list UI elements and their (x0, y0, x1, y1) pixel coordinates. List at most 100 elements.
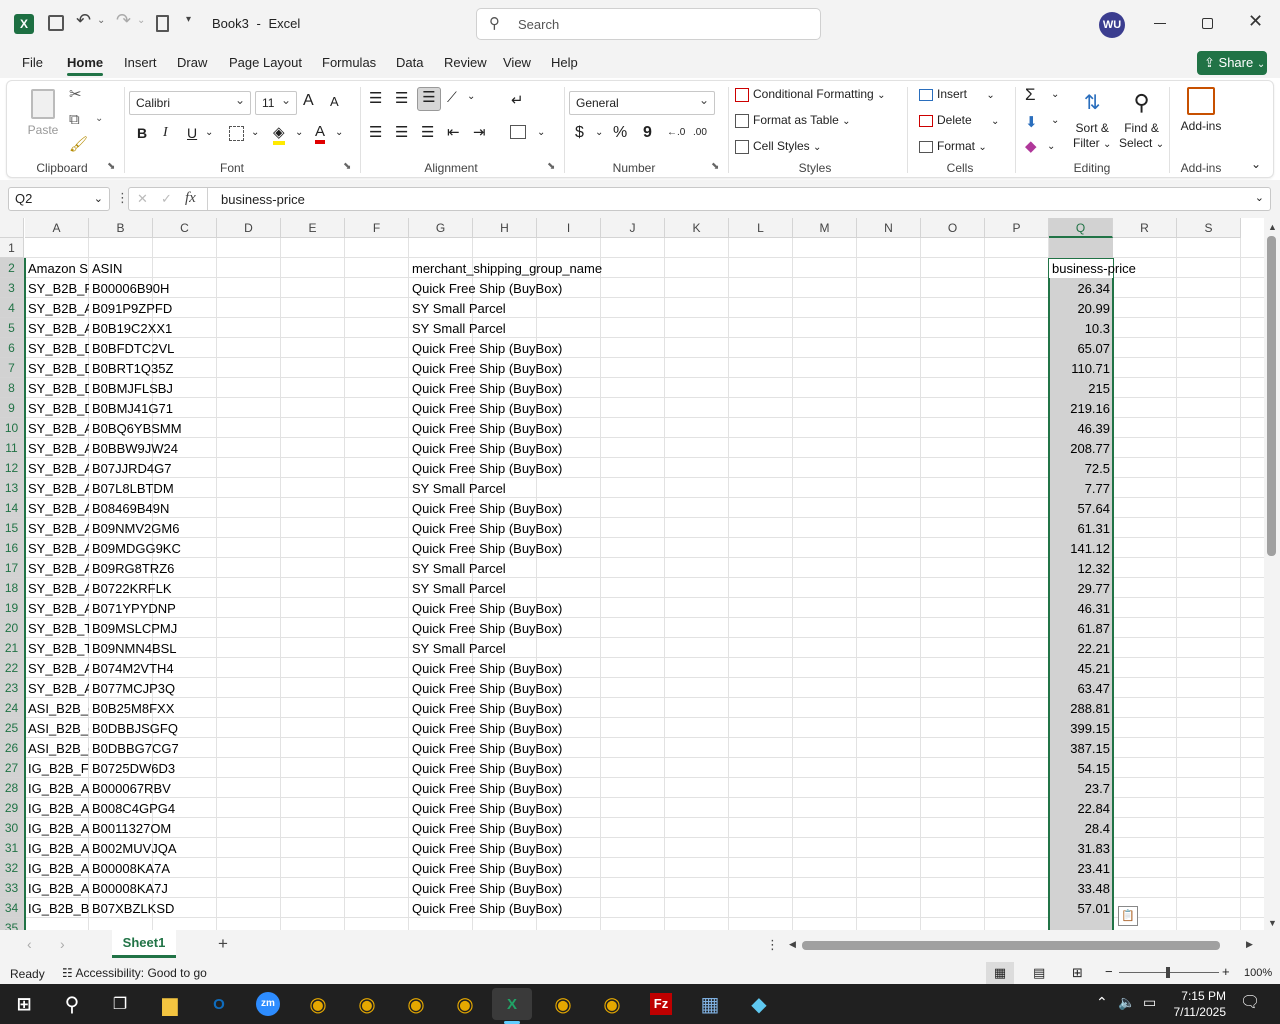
cell-business-price[interactable]: 28.4 (1049, 819, 1113, 839)
scroll-up-icon[interactable]: ▲ (1268, 222, 1277, 232)
tab-data[interactable]: Data (396, 55, 423, 70)
row-header-23[interactable]: 23 (0, 678, 24, 698)
share-button[interactable]: ⇪ Share ⌄ (1197, 51, 1267, 75)
notifications-icon[interactable]: 🗨 (1240, 992, 1260, 1012)
cell-amazon-sku[interactable]: IG_B2B_A: (25, 819, 89, 839)
cell-asin[interactable]: B002MUVJQA (89, 839, 217, 859)
cell-asin[interactable]: B09MDGG9KC (89, 539, 217, 559)
cell-amazon-sku[interactable]: SY_B2B_A (25, 579, 89, 599)
chrome-icon[interactable]: ◉ (298, 988, 338, 1020)
tab-review[interactable]: Review (444, 55, 487, 70)
cell-asin[interactable]: B0BMJ41G71 (89, 399, 217, 419)
row-header-34[interactable]: 34 (0, 898, 24, 918)
cell-amazon-sku[interactable]: IG_B2B_F2 (25, 759, 89, 779)
zoom-level[interactable]: 100% (1244, 967, 1272, 979)
tab-draw[interactable]: Draw (177, 55, 207, 70)
borders-dropdown-icon[interactable]: ⌄ (251, 127, 259, 138)
cell-amazon-sku[interactable]: SY_B2B_A (25, 659, 89, 679)
cell-shipping-group[interactable]: Quick Free Ship (BuyBox) (409, 379, 665, 399)
column-header-h[interactable]: H (473, 218, 537, 238)
autosum-dropdown-icon[interactable]: ⌄ (1051, 89, 1059, 100)
row-header-19[interactable]: 19 (0, 598, 24, 618)
merge-center-icon[interactable] (510, 125, 526, 139)
cell-business-price[interactable]: 61.87 (1049, 619, 1113, 639)
sheet-options-icon[interactable]: ⋮ (766, 937, 779, 953)
cell-amazon-sku[interactable]: IG_B2B_A: (25, 799, 89, 819)
cell-shipping-group[interactable]: Quick Free Ship (BuyBox) (409, 819, 665, 839)
row-header-29[interactable]: 29 (0, 798, 24, 818)
user-avatar[interactable]: WU (1099, 12, 1125, 38)
cell-amazon-sku[interactable]: ASI_B2B_( (25, 699, 89, 719)
zoom-slider-thumb[interactable] (1166, 967, 1170, 978)
row-header-31[interactable]: 31 (0, 838, 24, 858)
cell-asin[interactable]: B0BMJFLSBJ (89, 379, 217, 399)
alignment-launcher-icon[interactable]: ⬊ (547, 161, 555, 172)
row-header-2[interactable]: 2 (0, 258, 24, 278)
row-header-15[interactable]: 15 (0, 518, 24, 538)
cell-asin[interactable]: B0BQ6YBSMM (89, 419, 217, 439)
row-header-33[interactable]: 33 (0, 878, 24, 898)
cell-amazon-sku[interactable]: SY_B2B_A (25, 459, 89, 479)
cell-amazon-sku[interactable]: SY_B2B_A (25, 439, 89, 459)
cell-amazon-sku[interactable]: SY_B2B_A (25, 479, 89, 499)
cell-asin[interactable]: B0011327OM (89, 819, 217, 839)
row-header-4[interactable]: 4 (0, 298, 24, 318)
cell-asin[interactable]: B0B19C2XX1 (89, 319, 217, 339)
cell-amazon-sku[interactable]: SY_B2B_TI (25, 639, 89, 659)
cell-shipping-group[interactable]: SY Small Parcel (409, 319, 665, 339)
font-color-icon[interactable]: A (315, 123, 326, 144)
cell-amazon-sku[interactable]: SY_B2B_A (25, 599, 89, 619)
search-box[interactable]: ⚲ Search (476, 8, 821, 40)
add-ins-button[interactable]: Add-ins (1179, 85, 1223, 133)
chrome-icon[interactable]: ◉ (445, 988, 485, 1020)
cell-asin[interactable]: B09RG8TRZ6 (89, 559, 217, 579)
cell-asin[interactable]: B0722KRFLK (89, 579, 217, 599)
scroll-down-icon[interactable]: ▼ (1268, 918, 1277, 928)
row-header-17[interactable]: 17 (0, 558, 24, 578)
column-header-b[interactable]: B (89, 218, 153, 238)
row-header-28[interactable]: 28 (0, 778, 24, 798)
zoom-out-icon[interactable]: − (1105, 964, 1113, 979)
column-header-d[interactable]: D (217, 218, 281, 238)
close-icon[interactable]: ✕ (1248, 11, 1263, 32)
cell-business-price[interactable]: 23.41 (1049, 859, 1113, 879)
cell-business-price[interactable]: 10.3 (1049, 319, 1113, 339)
format-painter-icon[interactable]: 🖌 (69, 135, 88, 153)
tab-insert[interactable]: Insert (124, 55, 157, 70)
column-header-m[interactable]: M (793, 218, 857, 238)
cell-amazon-sku[interactable]: IG_B2B_B: (25, 899, 89, 919)
cell-shipping-group[interactable]: Quick Free Ship (BuyBox) (409, 439, 665, 459)
bold-button[interactable]: B (137, 125, 147, 141)
cell-amazon-sku[interactable]: ASI_B2B_( (25, 719, 89, 739)
clear-dropdown-icon[interactable]: ⌄ (1047, 141, 1055, 152)
cell-asin[interactable]: B074M2VTH4 (89, 659, 217, 679)
fill-color-dropdown-icon[interactable]: ⌄ (295, 127, 303, 138)
header-business-price[interactable]: business-price (1049, 259, 1177, 279)
cell-amazon-sku[interactable]: SY_B2B_D (25, 359, 89, 379)
vertical-scrollbar[interactable]: ▲ ▼ (1264, 218, 1280, 930)
sort-filter-button[interactable]: ⇅ Sort & Filter ⌄ (1073, 85, 1111, 152)
increase-decimal-icon[interactable]: ←.0 (667, 127, 685, 138)
cancel-icon[interactable]: ✕ (137, 191, 148, 207)
column-header-i[interactable]: I (537, 218, 601, 238)
calculator-app-icon[interactable]: ▦ (690, 988, 730, 1020)
cell-shipping-group[interactable]: SY Small Parcel (409, 479, 665, 499)
cell-amazon-sku[interactable]: IG_B2B_A: (25, 779, 89, 799)
row-header-9[interactable]: 9 (0, 398, 24, 418)
restore-icon[interactable] (1202, 18, 1213, 29)
cell-asin[interactable]: B0B25M8FXX (89, 699, 217, 719)
row-header-11[interactable]: 11 (0, 438, 24, 458)
collapse-ribbon-icon[interactable]: ⌄ (1251, 157, 1261, 171)
cell-business-price[interactable]: 20.99 (1049, 299, 1113, 319)
customize-toolbar-icon[interactable]: ▾ (186, 14, 191, 25)
cell-shipping-group[interactable]: Quick Free Ship (BuyBox) (409, 499, 665, 519)
network-icon[interactable]: ▭ (1143, 994, 1156, 1011)
cell-asin[interactable]: B0BFDTC2VL (89, 339, 217, 359)
decrease-indent-icon[interactable]: ⇤ (447, 123, 460, 141)
align-left-icon[interactable]: ☰ (369, 123, 382, 141)
cell-shipping-group[interactable]: Quick Free Ship (BuyBox) (409, 419, 665, 439)
cell-business-price[interactable]: 399.15 (1049, 719, 1113, 739)
increase-indent-icon[interactable]: ⇥ (473, 123, 486, 141)
cell-amazon-sku[interactable]: SY_B2B_D (25, 399, 89, 419)
cell-business-price[interactable]: 31.83 (1049, 839, 1113, 859)
